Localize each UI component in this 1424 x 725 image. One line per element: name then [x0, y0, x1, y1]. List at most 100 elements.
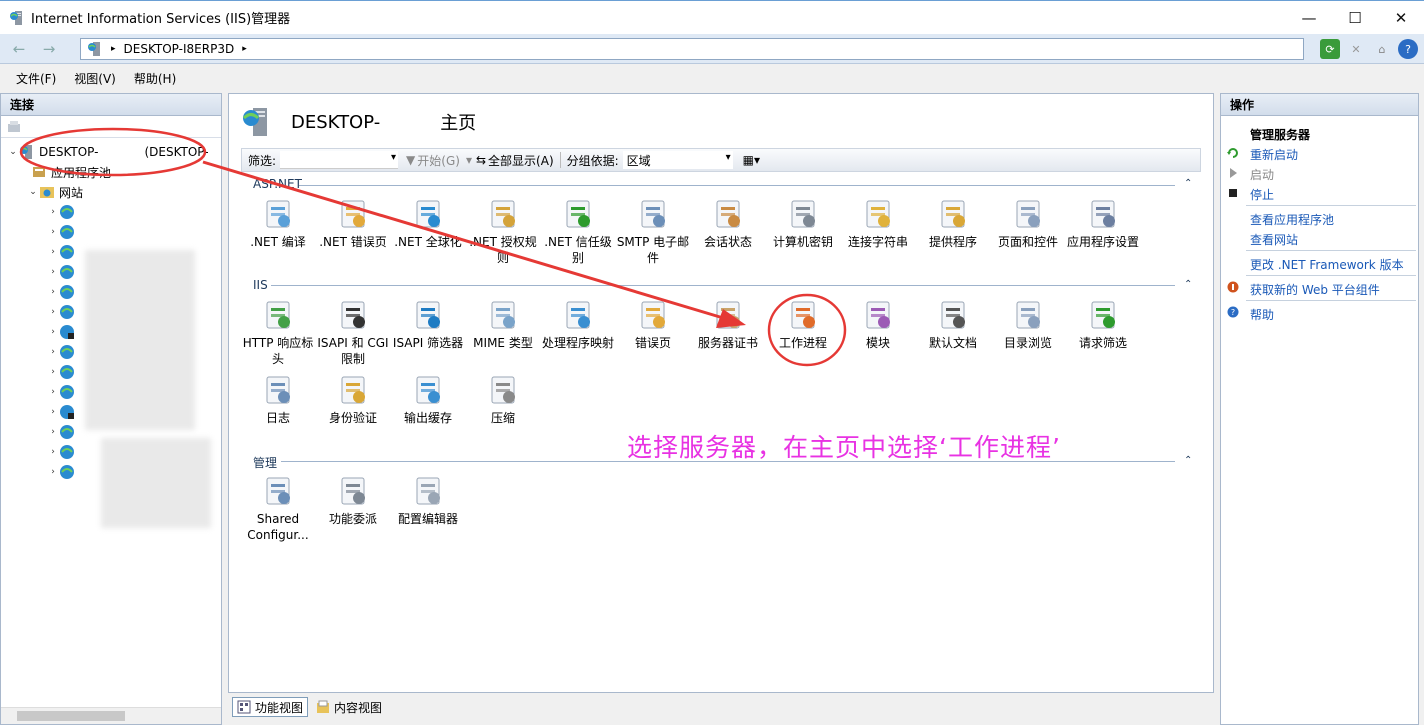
start-filter-button[interactable]: 开始(G): [417, 152, 460, 169]
feature-error-pages[interactable]: 错误页: [616, 299, 690, 351]
view-sites-action[interactable]: 查看网站: [1250, 231, 1298, 248]
feature-label: 应用程序设置: [1066, 235, 1139, 249]
feature-net-error-pages[interactable]: .NET 错误页: [316, 198, 390, 250]
feature-providers[interactable]: 提供程序: [916, 198, 990, 250]
expand-icon[interactable]: ›: [47, 347, 59, 357]
change-net-version-action[interactable]: 更改 .NET Framework 版本: [1250, 256, 1404, 273]
feature-machine-key[interactable]: 计算机密钥: [766, 198, 840, 250]
view-app-pools-action[interactable]: 查看应用程序池: [1250, 211, 1334, 228]
feature-app-settings[interactable]: 应用程序设置: [1066, 198, 1140, 250]
group-by-select[interactable]: 区域: [622, 151, 733, 169]
feature-shared-config[interactable]: Shared Configur...: [241, 475, 315, 543]
config-editor-icon: [416, 477, 440, 505]
expand-icon[interactable]: ›: [47, 247, 59, 257]
home-icon[interactable]: ⌂: [1372, 39, 1392, 59]
globe-stopped-icon: [60, 325, 74, 339]
menu-help[interactable]: 帮助(H): [134, 70, 176, 87]
isapi-filters-icon: [416, 301, 440, 329]
forward-button[interactable]: →: [36, 39, 62, 59]
feature-worker-processes[interactable]: 工作进程: [766, 299, 840, 351]
expand-icon[interactable]: ›: [47, 207, 59, 217]
menu-file[interactable]: 文件(F): [16, 70, 56, 87]
view-mode-icon[interactable]: ▦▾: [743, 153, 760, 167]
tree-item-sites[interactable]: ⌄ 网站: [1, 182, 221, 202]
feature-authentication[interactable]: 身份验证: [316, 374, 390, 426]
expand-icon[interactable]: ›: [47, 447, 59, 457]
show-all-button[interactable]: 全部显示(A): [488, 152, 554, 169]
feature-compression[interactable]: 压缩: [466, 374, 540, 426]
stop-icon: [1229, 189, 1237, 197]
feature-label: 工作进程: [778, 336, 827, 350]
server-node-label: DESKTOP-: [39, 145, 99, 159]
help-icon[interactable]: ?: [1398, 39, 1418, 59]
feature-request-filtering[interactable]: 请求筛选: [1066, 299, 1140, 351]
collapse-manage-icon[interactable]: ⌃: [1184, 455, 1192, 466]
expand-icon[interactable]: ›: [47, 367, 59, 377]
mime-types-icon: [491, 301, 515, 329]
feature-feature-delegation[interactable]: 功能委派: [316, 475, 390, 527]
expand-icon[interactable]: ›: [47, 267, 59, 277]
expand-icon[interactable]: ›: [47, 467, 59, 477]
feature-isapi-filters[interactable]: ISAPI 筛选器: [391, 299, 465, 351]
filter-input[interactable]: [280, 151, 399, 169]
minimize-button[interactable]: —: [1286, 1, 1332, 34]
feature-net-trust[interactable]: .NET 信任级别: [541, 198, 615, 266]
back-button[interactable]: ←: [6, 39, 32, 59]
maximize-button[interactable]: ☐: [1332, 1, 1378, 34]
feature-net-globalization[interactable]: .NET 全球化: [391, 198, 465, 250]
tree-item-site[interactable]: ›: [1, 202, 221, 222]
tree-item-server[interactable]: ⌄ DESKTOP- (DESKTOP-: [1, 142, 221, 162]
feature-logging[interactable]: 日志: [241, 374, 315, 426]
address-field[interactable]: ▸ DESKTOP-I8ERP3D ▸: [80, 38, 1304, 60]
expand-icon[interactable]: ›: [47, 327, 59, 337]
feature-connection-strings[interactable]: 连接字符串: [841, 198, 915, 250]
feature-modules[interactable]: 模块: [841, 299, 915, 351]
tab-content-view[interactable]: 内容视图: [312, 697, 386, 717]
feature-config-editor[interactable]: 配置编辑器: [391, 475, 465, 527]
feature-mime-types[interactable]: MIME 类型: [466, 299, 540, 351]
collapse-icon[interactable]: ⌄: [7, 147, 19, 157]
collapse-icon[interactable]: ⌄: [27, 187, 39, 197]
menu-view[interactable]: 视图(V): [74, 70, 116, 87]
help-action[interactable]: 帮助: [1250, 306, 1274, 323]
feature-http-headers[interactable]: HTTP 响应标头: [241, 299, 315, 367]
expand-icon[interactable]: ›: [47, 287, 59, 297]
content-view-icon: [317, 700, 330, 713]
app-pools-label: 应用程序池: [51, 165, 112, 180]
feature-handler-mappings[interactable]: 处理程序映射: [541, 299, 615, 351]
tree-item-site[interactable]: ›: [1, 222, 221, 242]
breadcrumb-separator-icon[interactable]: ▸: [242, 44, 247, 54]
expand-icon[interactable]: ›: [47, 307, 59, 317]
breadcrumb-server[interactable]: DESKTOP-I8ERP3D: [124, 42, 235, 56]
tree-item-app-pools[interactable]: 应用程序池: [1, 162, 221, 182]
tab-features-view[interactable]: 功能视图: [232, 697, 309, 717]
globe-icon: [60, 225, 74, 239]
expand-icon[interactable]: ›: [47, 407, 59, 417]
stop-action[interactable]: 停止: [1250, 186, 1274, 203]
feature-default-document[interactable]: 默认文档: [916, 299, 990, 351]
close-button[interactable]: ✕: [1378, 1, 1424, 34]
feature-pages-controls[interactable]: 页面和控件: [991, 198, 1065, 250]
horizontal-scrollbar[interactable]: [1, 707, 221, 724]
feature-label: 会话状态: [703, 235, 752, 249]
feature-directory-browsing[interactable]: 目录浏览: [991, 299, 1065, 351]
feature-smtp-email[interactable]: SMTP 电子邮件: [616, 198, 690, 266]
connect-icon[interactable]: [7, 120, 21, 134]
collapse-iis-icon[interactable]: ⌃: [1184, 279, 1192, 290]
feature-session-state[interactable]: 会话状态: [691, 198, 765, 250]
collapse-aspnet-icon[interactable]: ⌃: [1184, 178, 1192, 189]
restart-action[interactable]: 重新启动: [1250, 146, 1298, 163]
expand-icon[interactable]: ›: [47, 387, 59, 397]
feature-output-caching[interactable]: 输出缓存: [391, 374, 465, 426]
refresh-icon[interactable]: ⟳: [1320, 39, 1340, 59]
feature-net-compile[interactable]: .NET 编译: [241, 198, 315, 250]
expand-icon[interactable]: ›: [47, 427, 59, 437]
start-action[interactable]: 启动: [1250, 166, 1274, 183]
feature-label: Shared Configur...: [247, 512, 309, 542]
get-web-components-action[interactable]: 获取新的 Web 平台组件: [1250, 281, 1380, 298]
feature-net-authorization[interactable]: .NET 授权规则: [466, 198, 540, 266]
expand-icon[interactable]: ›: [47, 227, 59, 237]
feature-isapi-cgi[interactable]: ISAPI 和 CGI 限制: [316, 299, 390, 367]
feature-server-certificates[interactable]: 服务器证书: [691, 299, 765, 351]
stop-icon[interactable]: ✕: [1346, 39, 1366, 59]
